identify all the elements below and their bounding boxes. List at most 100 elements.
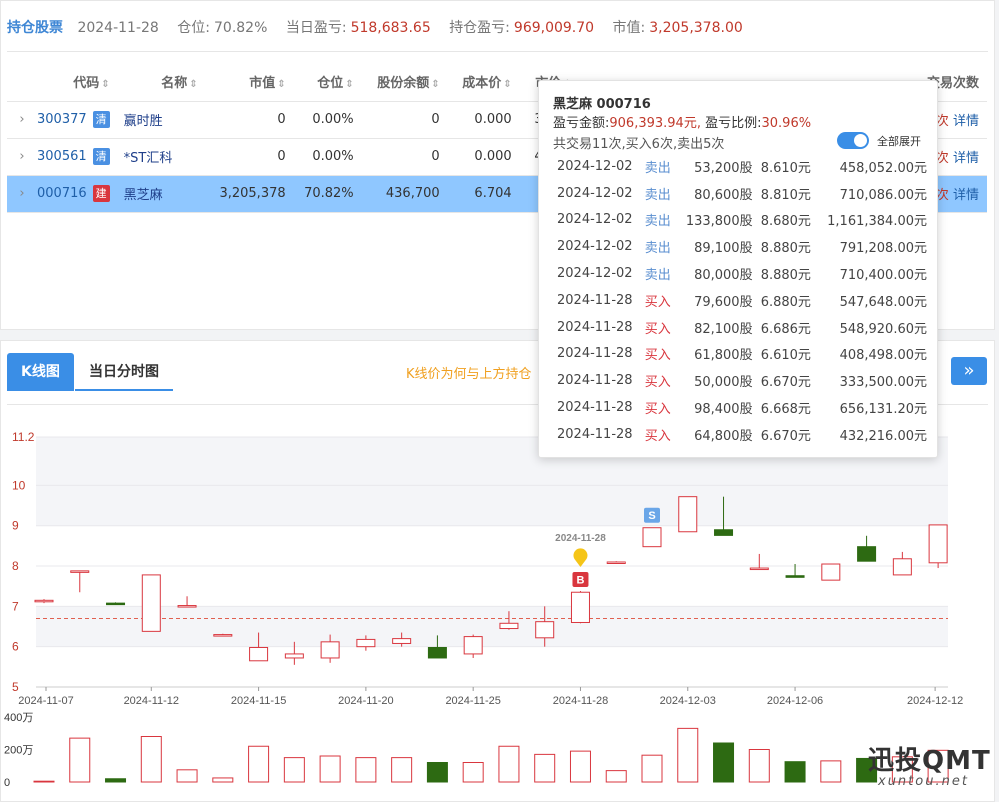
- marker-date: 2024-11-28: [555, 533, 606, 544]
- trade-side: 买入: [644, 348, 671, 364]
- trade-amount: 408,498.00元: [839, 348, 927, 364]
- location-pin-icon: [573, 548, 588, 568]
- candle: [821, 563, 841, 581]
- candle: [642, 527, 662, 548]
- volume-bar: [248, 745, 270, 783]
- candle-body: [714, 529, 734, 536]
- trade-row: 2024-12-02 卖出 80,000股 8.880元 710,400.00元: [557, 260, 927, 287]
- trade-price: 6.880元: [760, 294, 811, 310]
- ratio-label: 盈亏比例:: [705, 116, 762, 131]
- volume-bar: [212, 777, 234, 783]
- x-tick-label: 2024-11-07: [18, 695, 73, 707]
- trade-shares: 61,800股: [694, 348, 753, 364]
- trade-amount: 548,920.60元: [839, 321, 927, 337]
- trade-shares: 133,800股: [685, 214, 753, 230]
- candle: [749, 553, 769, 571]
- volume-tick-label: 0: [4, 777, 10, 789]
- candle: [928, 524, 948, 569]
- candle-body: [892, 558, 912, 576]
- trade-shares: 80,000股: [694, 268, 753, 284]
- trade-date: 2024-11-28: [557, 400, 633, 416]
- trade-side: 卖出: [644, 214, 671, 230]
- trade-date: 2024-12-02: [557, 239, 633, 255]
- candle-body: [141, 574, 161, 632]
- trade-row: 2024-11-28 买入 64,800股 6.670元 432,216.00元: [557, 421, 927, 448]
- volume-bar: [283, 757, 305, 783]
- trade-shares: 79,600股: [694, 294, 753, 310]
- trade-shares: 80,600股: [694, 187, 753, 203]
- trade-date: 2024-12-02: [557, 266, 633, 282]
- expand-all-toggle[interactable]: [837, 132, 869, 149]
- y-tick-label: 6: [12, 640, 19, 654]
- trade-row: 2024-11-28 买入 50,000股 6.670元 333,500.00元: [557, 367, 927, 394]
- x-tick-label: 2024-11-20: [338, 695, 393, 707]
- volume-bar: [33, 780, 55, 783]
- trade-row: 2024-12-02 卖出 53,200股 8.610元 458,052.00元: [557, 153, 927, 180]
- candle-body: [749, 567, 769, 571]
- trade-side: 卖出: [644, 241, 671, 257]
- trade-count: 共交易11次,买入6次,卖出5次: [553, 137, 725, 152]
- trade-date: 2024-11-28: [557, 292, 633, 308]
- candle-body: [356, 638, 376, 648]
- candle-body: [70, 570, 90, 573]
- candle-body: [463, 636, 483, 655]
- x-tick-label: 2024-11-15: [231, 695, 286, 707]
- candle-body: [535, 621, 555, 639]
- trade-price: 6.670元: [760, 375, 811, 391]
- x-tick-label: 2024-11-25: [445, 695, 500, 707]
- buy-marker-label: B: [576, 575, 584, 587]
- trade-date: 2024-12-02: [557, 185, 633, 201]
- trade-amount: 333,500.00元: [839, 375, 927, 391]
- x-tick-label: 2024-12-06: [767, 695, 823, 707]
- candle: [141, 574, 161, 632]
- volume-bar: [569, 750, 591, 783]
- candle: [463, 634, 483, 658]
- watermark-logo: 迅投QMT: [868, 746, 991, 776]
- volume-bar: [319, 755, 341, 783]
- volume-tick-label: 200万: [4, 745, 33, 757]
- trade-amount: 432,216.00元: [839, 428, 927, 444]
- volume-bar: [748, 749, 770, 783]
- volume-bar: [391, 757, 413, 783]
- y-tick-label: 5: [12, 680, 19, 694]
- trade-side: 买入: [644, 402, 671, 418]
- candle: [70, 570, 90, 593]
- candle-body: [928, 524, 948, 564]
- trade-price: 8.680元: [760, 214, 811, 230]
- volume-bar: [462, 762, 484, 783]
- pl-value: 906,393.94元,: [609, 116, 701, 131]
- candle-body: [642, 527, 662, 548]
- trade-side: 买入: [644, 428, 671, 444]
- trades-table: 2024-12-02 卖出 53,200股 8.610元 458,052.00元 2024…: [557, 153, 927, 448]
- sell-marker-label: S: [648, 510, 655, 522]
- candle-body: [392, 638, 412, 644]
- popup-title: 黑芝麻 000716: [553, 97, 651, 112]
- volume-bar: [534, 753, 556, 783]
- x-tick-label: 2024-11-12: [124, 695, 179, 707]
- volume-bar: [426, 762, 448, 783]
- candle-body: [34, 599, 54, 603]
- y-tick-label: 9: [12, 519, 19, 533]
- trade-side: 买入: [644, 321, 671, 337]
- volume-bar: [355, 757, 377, 783]
- candle-body: [249, 646, 269, 662]
- ratio-value: 30.96%: [761, 116, 812, 131]
- volume-tick-label: 400万: [4, 712, 33, 724]
- trade-detail-popup: 黑芝麻 000716 盈亏金额:906,393.94元, 盈亏比例:30.96%…: [538, 80, 938, 458]
- volume-bar: [140, 736, 162, 783]
- trade-date: 2024-11-28: [557, 373, 633, 389]
- y-tick-label: 11.2: [12, 430, 35, 444]
- candle-body: [821, 563, 841, 581]
- trade-date: 2024-11-28: [557, 346, 633, 362]
- trade-price: 8.610元: [760, 160, 811, 176]
- candle-body: [320, 641, 340, 659]
- trade-row: 2024-12-02 卖出 80,600股 8.810元 710,086.00元: [557, 180, 927, 207]
- volume-bar: [784, 761, 806, 783]
- y-tick-label: 7: [12, 599, 19, 613]
- trade-shares: 82,100股: [694, 321, 753, 337]
- candle: [606, 561, 626, 564]
- expand-all-label: 全部展开: [877, 135, 921, 148]
- volume-bar: [713, 742, 735, 783]
- candle: [34, 599, 54, 604]
- trade-amount: 656,131.20元: [839, 402, 927, 418]
